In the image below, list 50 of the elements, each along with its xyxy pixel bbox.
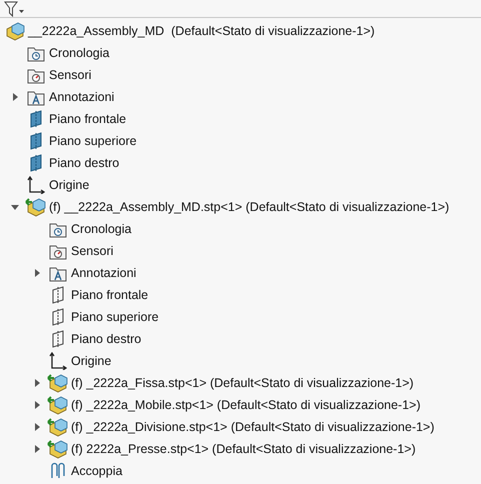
plane-icon xyxy=(51,286,65,304)
tree-item-label[interactable]: Origine xyxy=(49,176,90,194)
expand-arrow-icon[interactable] xyxy=(33,269,41,277)
tree-item-label[interactable]: Piano superiore xyxy=(49,132,137,150)
annotation-folder-icon xyxy=(27,88,45,106)
tree-item-label[interactable]: Piano frontale xyxy=(71,286,148,304)
subassembly-icon xyxy=(47,417,69,437)
plane-icon xyxy=(51,330,65,348)
tree-item-label[interactable]: (f) _2222a_Mobile.stp<1> (Default<Stato di visualizzazione-1>) xyxy=(71,396,421,414)
subassembly-icon xyxy=(47,439,69,459)
tree-item-label[interactable]: __2222a_Assembly_MD (Default<Stato di visualizzazione-1>) xyxy=(28,22,375,40)
sensor-folder-icon xyxy=(27,66,45,84)
tree-item-label[interactable]: Piano superiore xyxy=(71,308,159,326)
sensor-folder-icon xyxy=(49,242,67,260)
plane-icon xyxy=(51,308,65,326)
tree-item-label[interactable]: (f) _2222a_Fissa.stp<1> (Default<Stato di visualizzazione-1>) xyxy=(71,374,414,392)
subassembly-icon xyxy=(47,395,69,415)
tree-item-label[interactable]: (f) __2222a_Assembly_MD.stp<1> (Default<Stato di visualizzazione-1>) xyxy=(49,198,450,216)
origin-axes-icon xyxy=(49,352,67,370)
tree-item-label[interactable]: Piano destro xyxy=(71,330,142,348)
expand-arrow-icon[interactable] xyxy=(33,379,41,387)
tree-item-label[interactable]: Cronologia xyxy=(49,44,110,62)
tree-item-label[interactable]: (f) _2222a_Divisione.stp<1> (Default<Stato di visualizzazione-1>) xyxy=(71,418,434,436)
tree-item-label[interactable]: Sensori xyxy=(49,66,92,84)
tree-item-label[interactable]: Piano frontale xyxy=(49,110,126,128)
annotation-folder-icon xyxy=(49,264,67,282)
assembly-icon xyxy=(4,21,26,41)
expand-arrow-icon[interactable] xyxy=(11,93,19,101)
tree-item-label[interactable]: Annotazioni xyxy=(71,264,136,282)
tree-item-label[interactable]: Annotazioni xyxy=(49,88,114,106)
tree-item-label[interactable]: (f) 2222a_Presse.stp<1> (Default<Stato di visualizzazione-1>) xyxy=(71,440,416,458)
filter-icon[interactable] xyxy=(4,0,26,16)
paperclip-icon xyxy=(50,462,66,480)
subassembly-icon xyxy=(25,197,47,217)
expand-arrow-icon[interactable] xyxy=(33,401,41,409)
history-folder-icon xyxy=(27,44,45,62)
tree-item-label[interactable]: Cronologia xyxy=(71,220,132,238)
plane-icon xyxy=(29,132,43,150)
origin-axes-icon xyxy=(27,176,45,194)
expand-arrow-icon[interactable] xyxy=(33,445,41,453)
tree-item-label[interactable]: Origine xyxy=(71,352,112,370)
expand-arrow-icon[interactable] xyxy=(33,423,41,431)
tree-item-label[interactable]: Piano destro xyxy=(49,154,120,172)
history-folder-icon xyxy=(49,220,67,238)
tree-item-label[interactable]: Accoppia xyxy=(71,462,122,480)
plane-icon xyxy=(29,110,43,128)
plane-icon xyxy=(29,154,43,172)
subassembly-icon xyxy=(47,373,69,393)
collapse-arrow-icon[interactable] xyxy=(11,203,19,211)
tree-item-label[interactable]: Sensori xyxy=(71,242,114,260)
